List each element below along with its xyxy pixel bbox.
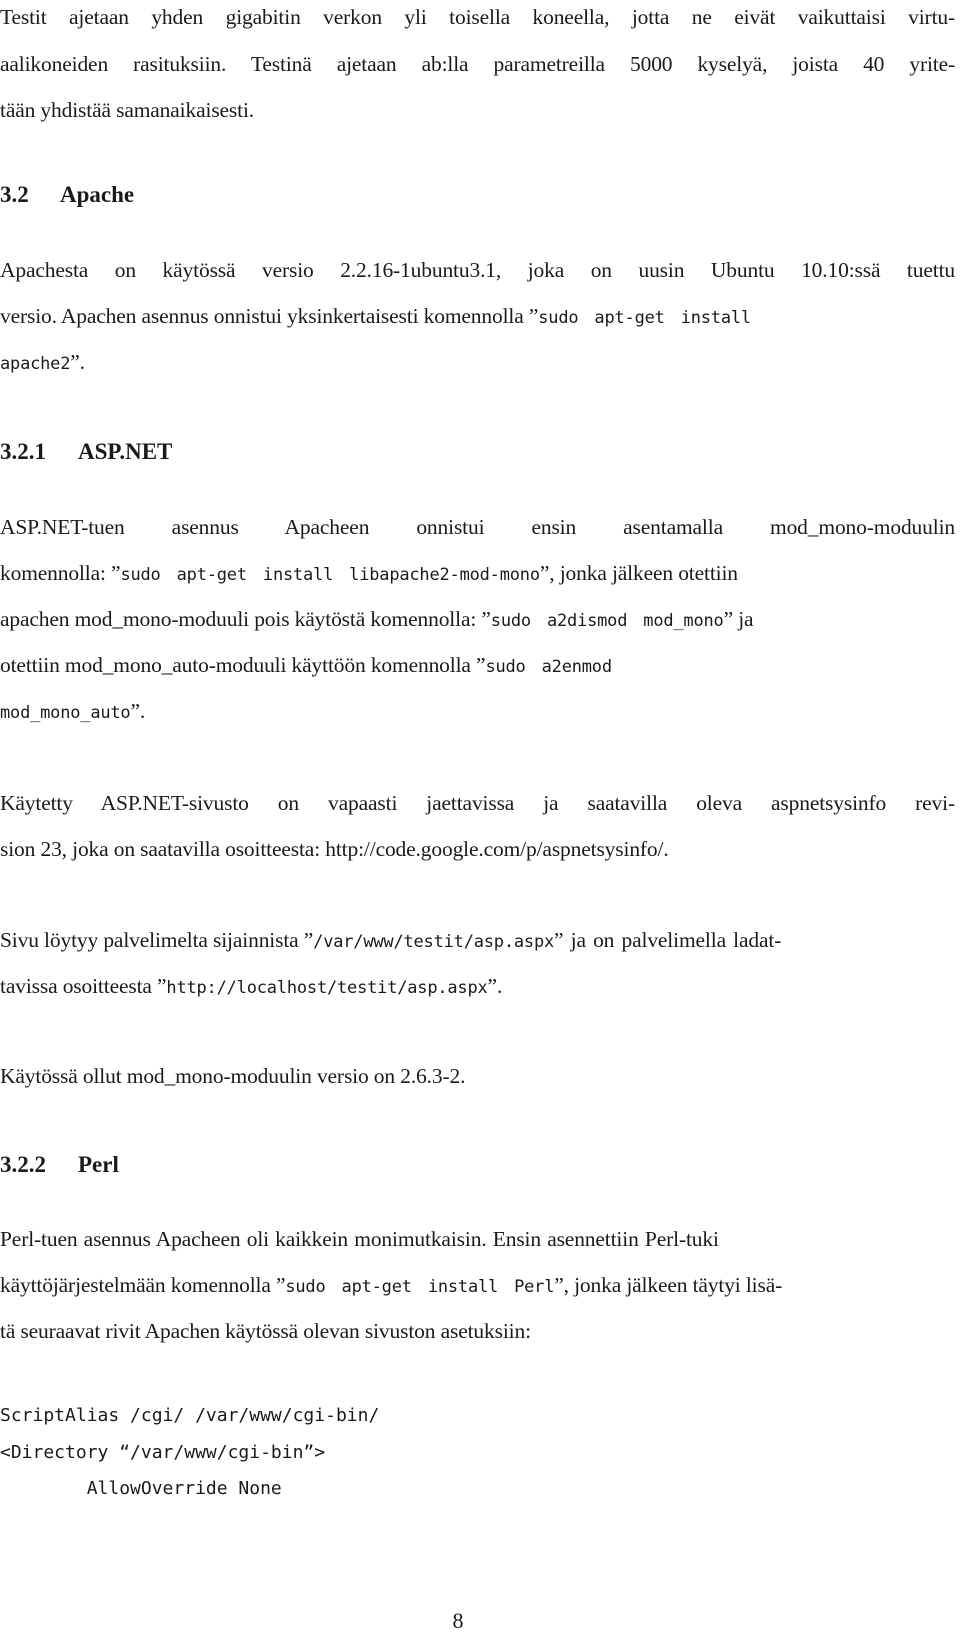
document-page: Testit ajetaan yhden gigabitin verkon yl… <box>0 0 960 1643</box>
text: ”. <box>70 350 85 374</box>
page-number: 8 <box>0 1608 960 1634</box>
page-number-text: 8 <box>452 1608 464 1633</box>
perl-p1-line-2: käyttöjärjestelmään komennolla ”sudo apt… <box>0 1272 782 1300</box>
inline-code: sudo apt-get install <box>538 308 751 328</box>
apache-line-1: Apachesta on käytössä versio 2.2.16-1ubu… <box>0 258 955 282</box>
aspnet-p1-line-4: otettiin mod_mono_auto-moduuli käyttöön … <box>0 652 612 680</box>
heading-title: ASP.NET <box>78 439 173 464</box>
inline-code: sudo a2enmod <box>485 657 612 677</box>
heading-number: 3.2.2 <box>0 1152 46 1177</box>
heading-3-2-1: 3.2.1 ASP.NET <box>0 438 172 466</box>
code-line-3: AllowOverride None <box>0 1478 282 1499</box>
text: ”, jonka jälkeen täytyi lisä- <box>554 1273 783 1297</box>
text: tavissa osoitteesta ” <box>0 974 167 998</box>
aspnet-p2-line-1: Käytetty ASP.NET-sivusto on vapaasti jae… <box>0 791 955 815</box>
aspnet-p3-line-2: tavissa osoitteesta ”http://localhost/te… <box>0 973 502 1001</box>
inline-code: http://localhost/testit/asp.aspx <box>166 978 488 998</box>
apache-line-3: apache2”. <box>0 349 85 377</box>
heading-3-2-2: 3.2.2 Perl <box>0 1151 119 1179</box>
inline-code: sudo a2dismod mod_mono <box>490 611 724 631</box>
aspnet-p1-line-5: mod_mono_auto”. <box>0 698 145 726</box>
text: Sivu löytyy palvelimelta sijainnista ” <box>0 928 314 952</box>
heading-number: 3.2 <box>0 182 29 207</box>
code-line-1: ScriptAlias /cgi/ /var/www/cgi-bin/ <box>0 1405 380 1426</box>
aspnet-p2-line-2: sion 23, joka on saatavilla osoitteesta:… <box>0 836 669 862</box>
text: apachen mod_mono-moduuli pois käytöstä k… <box>0 607 491 631</box>
inline-code: sudo apt-get install libapache2-mod-mono <box>120 565 540 585</box>
code-line-2: <Directory “/var/www/cgi-bin”> <box>0 1442 326 1463</box>
heading-number: 3.2.1 <box>0 439 46 464</box>
aspnet-p3-line-1: Sivu löytyy palvelimelta sijainnista ”/v… <box>0 927 781 955</box>
perl-p1-line-1: Perl-tuen asennus Apacheen oli kaikkein … <box>0 1227 719 1251</box>
aspnet-p1-line-2: komennolla: ”sudo apt-get install libapa… <box>0 560 738 588</box>
text: . <box>663 837 669 861</box>
text: ”. <box>487 974 503 998</box>
intro-line-2: aalikoneiden rasituksiin. Testinä ajetaa… <box>0 52 955 76</box>
aspnet-p1-line-1: ASP.NET-tuen asennus Apacheen onnistui e… <box>0 515 955 539</box>
text: ”. <box>130 699 146 723</box>
text: komennolla: ” <box>0 561 121 585</box>
apache-line-2: versio. Apachen asennus onnistui yksinke… <box>0 303 751 331</box>
inline-code: apache2 <box>0 354 71 374</box>
heading-title: Perl <box>78 1152 119 1177</box>
aspnetsysinfo-link[interactable]: http://code.google.com/p/aspnetsysinfo/ <box>325 837 663 861</box>
text: otettiin mod_mono_auto-moduuli käyttöön … <box>0 653 486 677</box>
aspnet-p4: Käytössä ollut mod_mono-moduulin versio … <box>0 1064 466 1088</box>
inline-code: mod_mono_auto <box>0 703 131 723</box>
text: ” ja on palvelimella ladat- <box>554 928 782 952</box>
perl-p1-line-3: tä seuraavat rivit Apachen käytössä olev… <box>0 1319 531 1343</box>
aspnet-p1-line-3: apachen mod_mono-moduuli pois käytöstä k… <box>0 606 754 634</box>
inline-code: /var/www/testit/asp.aspx <box>313 932 555 952</box>
text: käyttöjärjestelmään komennolla ” <box>0 1273 286 1297</box>
inline-code: sudo apt-get install Perl <box>285 1277 555 1297</box>
text: ”, jonka jälkeen otettiin <box>539 561 738 585</box>
heading-title: Apache <box>60 182 135 207</box>
text: versio. Apachen asennus onnistui yksinke… <box>0 304 539 328</box>
intro-line-1: Testit ajetaan yhden gigabitin verkon yl… <box>0 5 955 29</box>
heading-3-2: 3.2 Apache <box>0 181 134 209</box>
intro-line-3: tään yhdistää samanaikaisesti. <box>0 98 255 122</box>
text: ” ja <box>723 607 754 631</box>
text: sion 23, joka on saatavilla osoitteesta: <box>0 837 326 861</box>
